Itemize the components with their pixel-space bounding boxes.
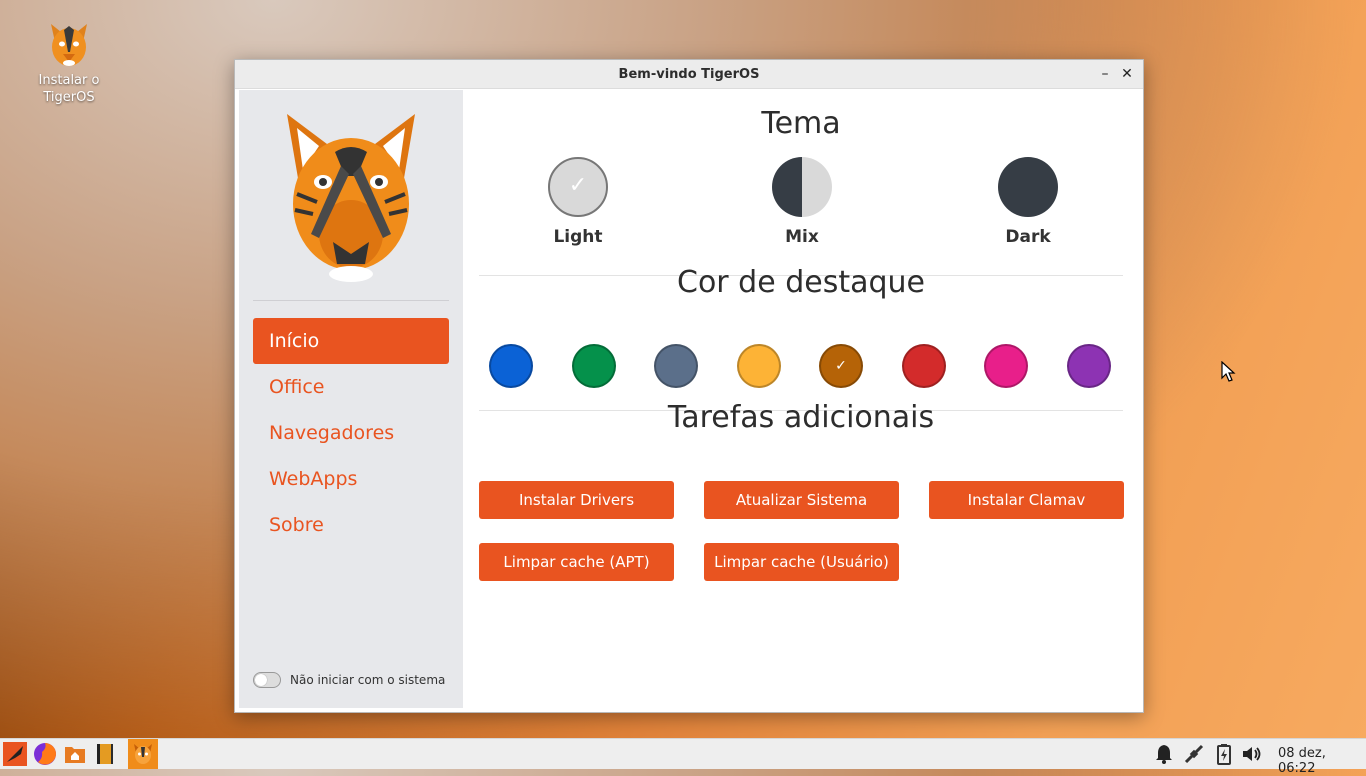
taskbar: 08 dez, 06:22 [0, 738, 1366, 776]
tiger-icon [51, 24, 87, 66]
clock[interactable]: 08 dez, 06:22 [1278, 746, 1366, 776]
check-icon: ✓ [835, 358, 847, 374]
theme-option-mix[interactable]: Mix [742, 157, 862, 247]
theme-label-light: Light [553, 227, 603, 247]
desktop-icon-label: Instalar o TigerOS [38, 73, 100, 105]
tigeros-welcome-icon[interactable] [131, 742, 155, 766]
autostart-option: Não iniciar com o sistema [253, 672, 445, 688]
tasks-heading: Tarefas adicionais [667, 400, 935, 435]
desktop-icon-install-tigeros[interactable]: Instalar o TigerOS [30, 22, 108, 106]
accent-color-swatch[interactable] [736, 344, 781, 388]
launcher-icon[interactable] [3, 742, 27, 766]
battery-icon[interactable] [1213, 743, 1235, 765]
mix-theme-swatch [772, 157, 832, 217]
accent-color-swatch[interactable] [489, 344, 533, 388]
theme-label-mix: Mix [785, 227, 819, 247]
close-button[interactable]: ✕ [1117, 64, 1137, 84]
welcome-window: Bem-vindo TigerOS – ✕ Início Office Nave… [234, 59, 1144, 713]
update-system-button[interactable]: Atualizar Sistema [704, 481, 899, 519]
accent-color-swatch[interactable] [571, 344, 616, 388]
sidebar-nav: Início Office Navegadores WebApps Sobre [253, 318, 449, 548]
dark-theme-swatch [998, 157, 1058, 217]
sidebar-item-inicio[interactable]: Início [253, 318, 449, 364]
accent-color-swatch[interactable] [654, 344, 698, 388]
install-clamav-button[interactable]: Instalar Clamav [929, 481, 1124, 519]
network-icon[interactable] [1183, 743, 1205, 765]
volume-icon[interactable] [1241, 743, 1263, 765]
clear-apt-cache-button[interactable]: Limpar cache (APT) [479, 543, 674, 581]
sidebar-item-navegadores[interactable]: Navegadores [253, 410, 449, 456]
theme-option-dark[interactable]: Dark [968, 157, 1088, 247]
window-title: Bem-vindo TigerOS [618, 67, 760, 82]
bell-icon[interactable] [1153, 743, 1175, 765]
accent-color-swatch[interactable] [1066, 344, 1111, 388]
firefox-icon[interactable] [33, 742, 57, 766]
autostart-toggle[interactable] [253, 672, 281, 688]
install-drivers-button[interactable]: Instalar Drivers [479, 481, 674, 519]
sidebar-item-webapps[interactable]: WebApps [253, 456, 449, 502]
check-icon: ✓ [568, 173, 588, 198]
mouse-cursor-icon [1221, 361, 1236, 382]
accent-color-swatch[interactable]: ✓ [819, 344, 863, 388]
theme-label-dark: Dark [1005, 227, 1051, 247]
files-icon[interactable] [63, 742, 87, 766]
autostart-label: Não iniciar com o sistema [290, 673, 446, 687]
titlebar[interactable]: Bem-vindo TigerOS – ✕ [235, 60, 1143, 89]
accent-color-swatch[interactable] [984, 344, 1028, 388]
sidebar: Início Office Navegadores WebApps Sobre … [239, 90, 463, 708]
accent-heading: Cor de destaque [677, 265, 925, 300]
sidebar-item-office[interactable]: Office [253, 364, 449, 410]
theme-option-light[interactable]: ✓ Light [518, 157, 638, 247]
light-theme-swatch: ✓ [548, 157, 608, 217]
sidebar-separator [253, 300, 449, 301]
theme-heading: Tema [761, 106, 841, 141]
tigeros-logo [287, 114, 415, 282]
sidebar-item-sobre[interactable]: Sobre [253, 502, 449, 548]
accent-color-swatch[interactable] [901, 344, 946, 388]
text-editor-icon[interactable] [93, 742, 117, 766]
clear-user-cache-button[interactable]: Limpar cache (Usuário) [704, 543, 899, 581]
minimize-button[interactable]: – [1095, 64, 1115, 84]
